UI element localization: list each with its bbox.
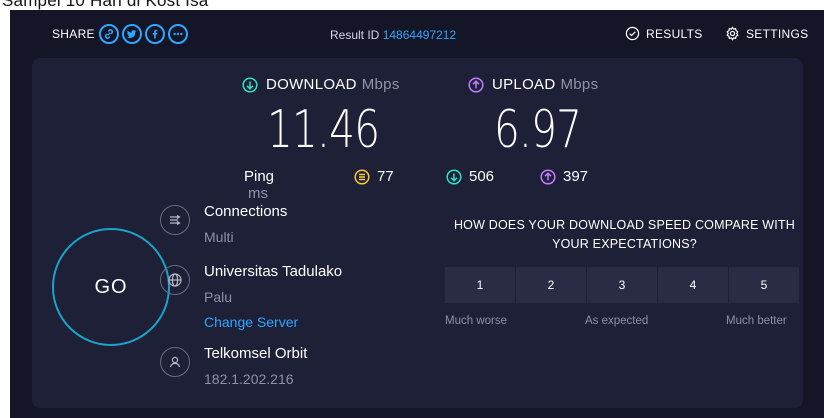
ping-label: Ping: [244, 168, 275, 185]
results-label: RESULTS: [646, 26, 703, 41]
provider-name: Telkomsel Orbit: [204, 345, 308, 362]
result-id-link[interactable]: 14864497212: [383, 28, 456, 42]
rating-scale: 1 2 3 4 5: [445, 267, 800, 303]
ping-label-group: Ping ms: [244, 168, 274, 202]
download-speed-value: 11.46: [267, 100, 380, 160]
share-bar: SHARE: [52, 24, 191, 44]
link-icon[interactable]: [98, 24, 119, 44]
connections-title: Connections: [204, 203, 288, 220]
idle-latency: 77: [354, 168, 394, 185]
rating-label-mid: As expected: [585, 315, 649, 327]
facebook-icon[interactable]: [144, 24, 165, 44]
result-id-label: Result ID: [330, 28, 380, 42]
rating-option-2[interactable]: 2: [516, 267, 586, 303]
results-nav[interactable]: RESULTS: [625, 26, 703, 41]
share-label: SHARE: [52, 27, 95, 41]
download-label: DOWNLOAD: [266, 76, 357, 93]
rating-option-5[interactable]: 5: [729, 267, 799, 303]
server-location: Palu: [204, 289, 233, 305]
upload-speed-value: 6.97: [494, 100, 582, 160]
upload-latency-value: 397: [563, 168, 589, 185]
download-latency-value: 506: [469, 168, 495, 185]
twitter-icon[interactable]: [121, 24, 142, 44]
more-icon[interactable]: [167, 24, 188, 44]
upload-icon: [468, 76, 484, 93]
survey-question: HOW DOES YOUR DOWNLOAD SPEED COMPARE WIT…: [453, 218, 796, 251]
connections-item: Connections Multi: [160, 203, 287, 246]
download-unit: Mbps: [361, 76, 400, 93]
results-panel: DOWNLOAD Mbps 11.46 UPLOAD Mbps 6.97 Pin…: [32, 58, 803, 408]
download-icon: [242, 76, 258, 93]
upload-latency-icon: [540, 168, 556, 185]
upload-label: UPLOAD: [492, 76, 556, 93]
upload-unit: Mbps: [560, 76, 599, 93]
rating-option-4[interactable]: 4: [658, 267, 728, 303]
idle-latency-value: 77: [377, 168, 394, 185]
provider-ip: 182.1.202.216: [204, 371, 294, 387]
change-server-link[interactable]: Change Server: [204, 313, 342, 331]
connections-icon[interactable]: [160, 205, 190, 235]
connections-value: Multi: [204, 229, 234, 245]
user-icon: [160, 347, 190, 377]
rating-label-high: Much better: [726, 315, 787, 327]
upload-latency: 397: [540, 168, 588, 185]
settings-nav[interactable]: SETTINGS: [725, 26, 808, 41]
top-bar: SHARE Result ID 14864497212 RESULTS SETT…: [10, 10, 824, 58]
rating-option-3[interactable]: 3: [587, 267, 657, 303]
gear-icon: [726, 26, 739, 41]
latency-icon: [354, 168, 370, 185]
download-latency-icon: [446, 168, 462, 185]
download-latency: 506: [446, 168, 494, 185]
ping-unit: ms: [248, 185, 268, 202]
server-name: Universitas Tadulako: [204, 263, 343, 280]
result-id: Result ID 14864497212: [330, 28, 456, 42]
rating-label-low: Much worse: [445, 315, 507, 327]
server-item: Universitas Tadulako Palu Change Server: [160, 263, 342, 331]
rating-option-1[interactable]: 1: [445, 267, 515, 303]
settings-label: SETTINGS: [746, 26, 809, 41]
upload-header: UPLOAD Mbps: [468, 76, 598, 93]
check-circle-icon: [625, 26, 640, 41]
provider-item: Telkomsel Orbit 182.1.202.216: [160, 345, 307, 388]
go-button[interactable]: GO: [52, 228, 170, 346]
globe-icon: [160, 265, 190, 295]
download-header: DOWNLOAD Mbps: [242, 76, 400, 93]
speedtest-window: SHARE Result ID 14864497212 RESULTS SETT…: [10, 10, 824, 418]
